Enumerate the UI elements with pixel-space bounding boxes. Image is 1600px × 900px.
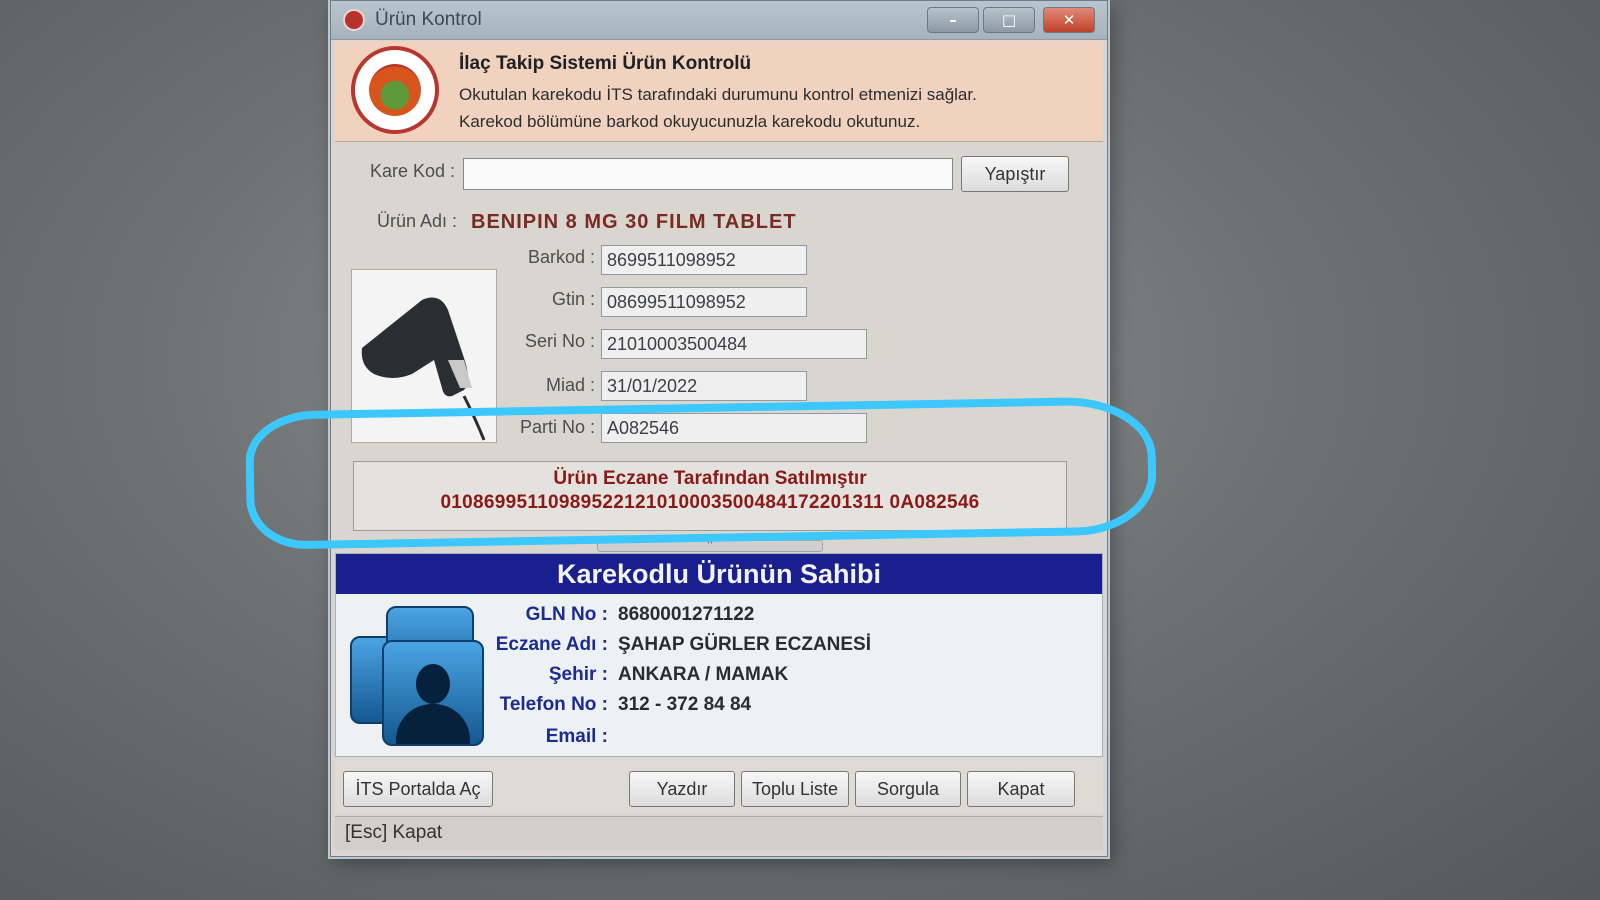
- title-bar[interactable]: Ürün Kontrol – □ ✕: [331, 1, 1107, 40]
- eczane-value: ŞAHAP GÜRLER ECZANESİ: [618, 634, 872, 655]
- header-description: Okutulan karekodu İTS tarafındaki durumu…: [459, 85, 977, 104]
- karekod-input[interactable]: [463, 158, 953, 190]
- urun-kontrol-window: Ürün Kontrol – □ ✕ İlaç Takip Sistemi Ür…: [330, 0, 1108, 857]
- status-bar: [Esc] Kapat: [335, 816, 1103, 850]
- header-instruction: Karekod bölümüne barkod okuyucunuzla kar…: [459, 112, 921, 131]
- query-button[interactable]: Sorgula: [855, 771, 961, 807]
- sale-status-title: Ürün Eczane Tarafından Satılmıştır: [553, 468, 867, 489]
- owner-panel-title: Karekodlu Ürünün Sahibi: [336, 554, 1102, 594]
- telefon-value: 312 - 372 84 84: [618, 694, 752, 715]
- eczane-label: Eczane Adı :: [495, 634, 608, 655]
- seri-no-field[interactable]: 21010003500484: [601, 329, 867, 359]
- product-name: BENIPIN 8 MG 30 FILM TABLET: [471, 211, 797, 233]
- parti-no-field[interactable]: A082546: [601, 413, 867, 443]
- minimize-button[interactable]: –: [927, 7, 979, 33]
- barkod-field[interactable]: 8699511098952: [601, 245, 807, 275]
- maximize-button[interactable]: □: [983, 7, 1035, 33]
- barcode-scanner-image: [351, 269, 497, 443]
- miad-field[interactable]: 31/01/2022: [601, 371, 807, 401]
- sehir-label: Şehir :: [548, 664, 608, 685]
- window-title: Ürün Kontrol: [375, 9, 482, 30]
- owner-panel: Karekodlu Ürünün Sahibi GLN No : 8680001…: [335, 553, 1103, 757]
- karekod-string: 0108699511098952212101000350048417220131…: [440, 492, 980, 513]
- gtin-label: Gtin :: [551, 289, 595, 309]
- miad-label: Miad :: [545, 375, 595, 395]
- print-button[interactable]: Yazdır: [629, 771, 735, 807]
- close-icon: ✕: [1062, 11, 1076, 29]
- minimize-icon: –: [949, 11, 957, 29]
- leaf-icon: [369, 64, 421, 116]
- karekod-label: Kare Kod :: [369, 161, 455, 181]
- close-window-button[interactable]: ✕: [1043, 7, 1095, 33]
- email-label: Email :: [545, 726, 608, 747]
- barkod-label: Barkod :: [527, 247, 595, 267]
- sehir-value: ANKARA / MAMAK: [618, 664, 789, 685]
- panel-splitter[interactable]: ^: [597, 540, 823, 552]
- action-button-bar: İTS Portalda Aç Yazdır Toplu Liste Sorgu…: [335, 759, 1103, 813]
- its-portal-button[interactable]: İTS Portalda Aç: [343, 771, 493, 807]
- header-title: İlaç Takip Sistemi Ürün Kontrolü: [459, 53, 752, 74]
- gtin-field[interactable]: 08699511098952: [601, 287, 807, 317]
- its-logo-icon: [351, 46, 439, 134]
- close-button[interactable]: Kapat: [967, 771, 1075, 807]
- gln-value: 8680001271122: [618, 604, 755, 625]
- app-logo-icon: [343, 9, 365, 31]
- maximize-icon: □: [1001, 11, 1017, 29]
- bulk-list-button[interactable]: Toplu Liste: [741, 771, 849, 807]
- telefon-label: Telefon No :: [499, 694, 608, 715]
- paste-button[interactable]: Yapıştır: [961, 156, 1069, 192]
- barcode-scanner-icon: [361, 297, 486, 441]
- parti-no-label: Parti No :: [519, 417, 595, 437]
- chevron-up-icon: ^: [707, 539, 713, 550]
- info-header: İlaç Takip Sistemi Ürün Kontrolü Okutula…: [335, 41, 1103, 142]
- urun-adi-label: Ürün Adı :: [376, 211, 457, 231]
- sale-status-panel: Ürün Eczane Tarafından Satılmıştır 01086…: [353, 461, 1067, 531]
- seri-no-label: Seri No :: [524, 331, 595, 351]
- gln-label: GLN No :: [525, 604, 608, 625]
